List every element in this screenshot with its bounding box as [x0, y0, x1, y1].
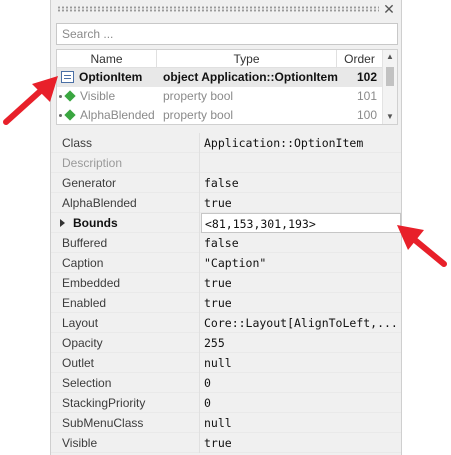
property-row-buffered[interactable]: Buffered false — [51, 233, 401, 253]
member-list: Name Type Order OptionItem object Applic… — [56, 49, 398, 125]
property-name: Selection — [62, 376, 112, 390]
property-row-description[interactable]: Description — [51, 153, 401, 173]
list-item-type: property bool — [163, 89, 234, 103]
property-value[interactable]: true — [201, 433, 401, 453]
property-row-caption[interactable]: Caption "Caption" — [51, 253, 401, 273]
property-row-bounds[interactable]: Bounds <81,153,301,193> — [51, 213, 401, 233]
scroll-up-icon[interactable]: ▲ — [383, 51, 397, 63]
property-value[interactable]: true — [201, 293, 401, 313]
property-row-class[interactable]: Class Application::OptionItem — [51, 133, 401, 153]
property-name: Outlet — [62, 356, 95, 370]
property-value[interactable]: true — [201, 193, 401, 213]
property-row-layout[interactable]: Layout Core::Layout[AlignToLeft,... — [51, 313, 401, 333]
property-value[interactable]: true — [201, 273, 401, 293]
property-name: Class — [62, 136, 93, 150]
list-item-order: 100 — [356, 108, 377, 122]
property-name: Embedded — [62, 276, 121, 290]
list-item-name: AlphaBlended — [57, 106, 157, 125]
column-header-type[interactable]: Type — [157, 50, 337, 68]
property-grid: Class Application::OptionItem Descriptio… — [51, 133, 401, 453]
property-name: Enabled — [62, 296, 107, 310]
list-item-name: Visible — [57, 87, 157, 106]
inspector-panel: ✕ Name Type Order OptionItem object Appl… — [50, 0, 402, 455]
property-name: Bounds — [73, 216, 118, 230]
column-header-order[interactable]: Order — [337, 50, 382, 68]
list-item-type: property bool — [163, 108, 234, 122]
drag-grip[interactable] — [57, 6, 379, 12]
property-value[interactable] — [201, 153, 401, 173]
property-name: Caption — [62, 256, 104, 270]
property-value[interactable]: null — [201, 353, 401, 373]
property-row-generator[interactable]: Generator false — [51, 173, 401, 193]
property-name: AlphaBlended — [62, 196, 137, 210]
scroll-thumb[interactable] — [386, 67, 394, 86]
property-row-alphablended[interactable]: AlphaBlended true — [51, 193, 401, 213]
property-name: StackingPriority — [62, 396, 146, 410]
property-name: Generator — [62, 176, 117, 190]
property-row-opacity[interactable]: Opacity 255 — [51, 333, 401, 353]
list-scrollbar[interactable]: ▲ ▼ — [382, 50, 397, 124]
property-name: Layout — [62, 316, 99, 330]
property-name: SubMenuClass — [62, 416, 144, 430]
callout-arrow-right-icon — [397, 225, 447, 267]
property-value[interactable]: false — [201, 233, 401, 253]
property-row-embedded[interactable]: Embedded true — [51, 273, 401, 293]
property-value[interactable]: 255 — [201, 333, 401, 353]
property-row-enabled[interactable]: Enabled true — [51, 293, 401, 313]
scroll-down-icon[interactable]: ▼ — [383, 111, 397, 123]
close-icon[interactable]: ✕ — [383, 2, 395, 16]
property-value[interactable]: "Caption" — [201, 253, 401, 273]
property-name: Visible — [62, 436, 98, 450]
property-value[interactable]: 0 — [201, 393, 401, 413]
property-name: Buffered — [62, 236, 108, 250]
list-header: Name Type Order — [57, 50, 382, 68]
property-row-stackingpriority[interactable]: StackingPriority 0 — [51, 393, 401, 413]
property-value[interactable]: null — [201, 413, 401, 433]
property-row-outlet[interactable]: Outlet null — [51, 353, 401, 373]
search-field[interactable] — [56, 23, 398, 45]
property-name: Opacity — [62, 336, 103, 350]
property-value[interactable]: false — [201, 173, 401, 193]
property-value-editor[interactable]: <81,153,301,193> — [201, 213, 401, 233]
property-row-submenuclass[interactable]: SubMenuClass null — [51, 413, 401, 433]
list-item-order: 101 — [356, 89, 377, 103]
list-item-name: OptionItem — [61, 68, 161, 87]
property-row-selection[interactable]: Selection 0 — [51, 373, 401, 393]
list-item-optionitem[interactable]: OptionItem object Application::OptionIte… — [57, 68, 382, 87]
diamond-icon — [64, 109, 76, 121]
list-item-visible[interactable]: Visible property bool 101 — [57, 87, 382, 106]
diamond-icon — [64, 90, 76, 102]
list-item-alphablended[interactable]: AlphaBlended property bool 100 — [57, 106, 382, 125]
property-value[interactable]: Core::Layout[AlignToLeft,... — [201, 313, 401, 333]
property-row-visible[interactable]: Visible true — [51, 433, 401, 453]
option-item-icon — [61, 70, 74, 83]
search-input[interactable] — [57, 24, 397, 44]
list-item-type: object Application::OptionItem — [163, 70, 338, 84]
property-value[interactable]: Application::OptionItem — [201, 133, 401, 153]
property-value[interactable]: 0 — [201, 373, 401, 393]
property-name: Description — [62, 156, 123, 170]
column-header-name[interactable]: Name — [57, 50, 157, 68]
panel-title-bar[interactable]: ✕ — [51, 0, 401, 18]
list-item-order: 102 — [356, 70, 377, 84]
